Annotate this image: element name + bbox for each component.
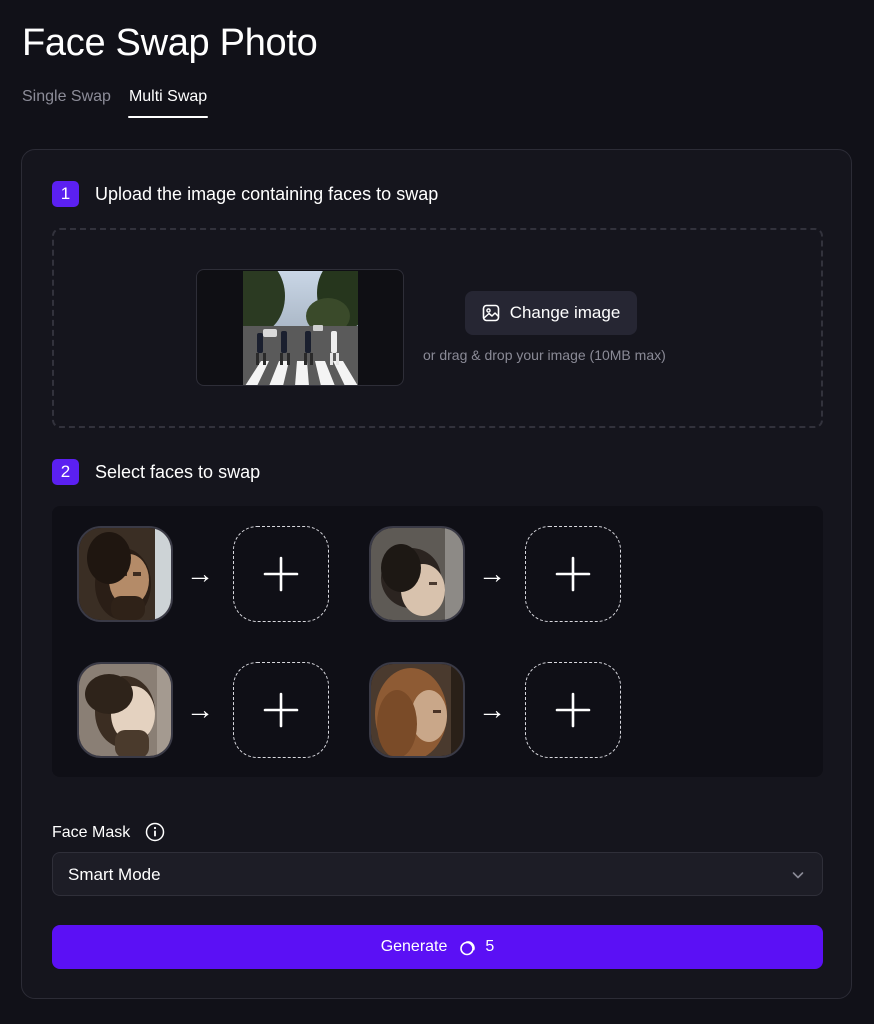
detected-face-4[interactable] [369, 662, 465, 758]
swap-mode-tabs: Single Swap Multi Swap [22, 86, 225, 118]
faces-panel: → → → → [52, 506, 823, 777]
face-mask-selected-value: Smart Mode [68, 865, 161, 884]
step-1-badge: 1 [52, 181, 79, 207]
detected-face-1[interactable] [77, 526, 173, 622]
info-icon[interactable] [145, 822, 165, 842]
drop-hint: or drag & drop your image (10MB max) [423, 347, 666, 363]
swap-arrow-2: → [478, 558, 506, 589]
image-dropzone[interactable]: Change image or drag & drop your image (… [52, 228, 823, 428]
add-target-face-1-button[interactable] [233, 526, 329, 622]
page-title: Face Swap Photo [22, 22, 318, 64]
swap-arrow-1: → [186, 558, 214, 589]
uploaded-image [243, 271, 358, 385]
detected-face-2[interactable] [369, 526, 465, 622]
face-mask-label: Face Mask [52, 824, 131, 841]
step-1-label: Upload the image containing faces to swa… [95, 184, 439, 204]
add-target-face-3-button[interactable] [233, 662, 329, 758]
tab-multi-swap[interactable]: Multi Swap [127, 86, 209, 118]
uploaded-image-preview [196, 269, 404, 386]
coin-icon [460, 941, 476, 956]
change-image-button[interactable]: Change image [465, 291, 637, 335]
generate-cost: 5 [485, 938, 495, 955]
detected-face-3[interactable] [77, 662, 173, 758]
tab-single-swap[interactable]: Single Swap [22, 86, 111, 118]
step-2-label: Select faces to swap [95, 462, 261, 482]
face-swap-page: Face Swap Photo Single Swap Multi Swap 1… [0, 0, 874, 1024]
generate-button[interactable]: Generate 5 [52, 925, 823, 969]
add-target-face-4-button[interactable] [525, 662, 621, 758]
swap-arrow-3: → [186, 694, 214, 725]
plus-icon [555, 692, 591, 728]
swap-arrow-4: → [478, 694, 506, 725]
face-mask-select[interactable]: Smart Mode [52, 852, 823, 896]
plus-icon [263, 556, 299, 592]
add-target-face-2-button[interactable] [525, 526, 621, 622]
swap-form-card: 1 Upload the image containing faces to s… [21, 149, 852, 999]
chevron-down-icon [792, 872, 804, 879]
plus-icon [263, 692, 299, 728]
change-image-label: Change image [509, 303, 621, 322]
plus-icon [555, 556, 591, 592]
image-icon [482, 304, 500, 322]
step-2-badge: 2 [52, 459, 79, 485]
generate-label: Generate [380, 938, 448, 955]
